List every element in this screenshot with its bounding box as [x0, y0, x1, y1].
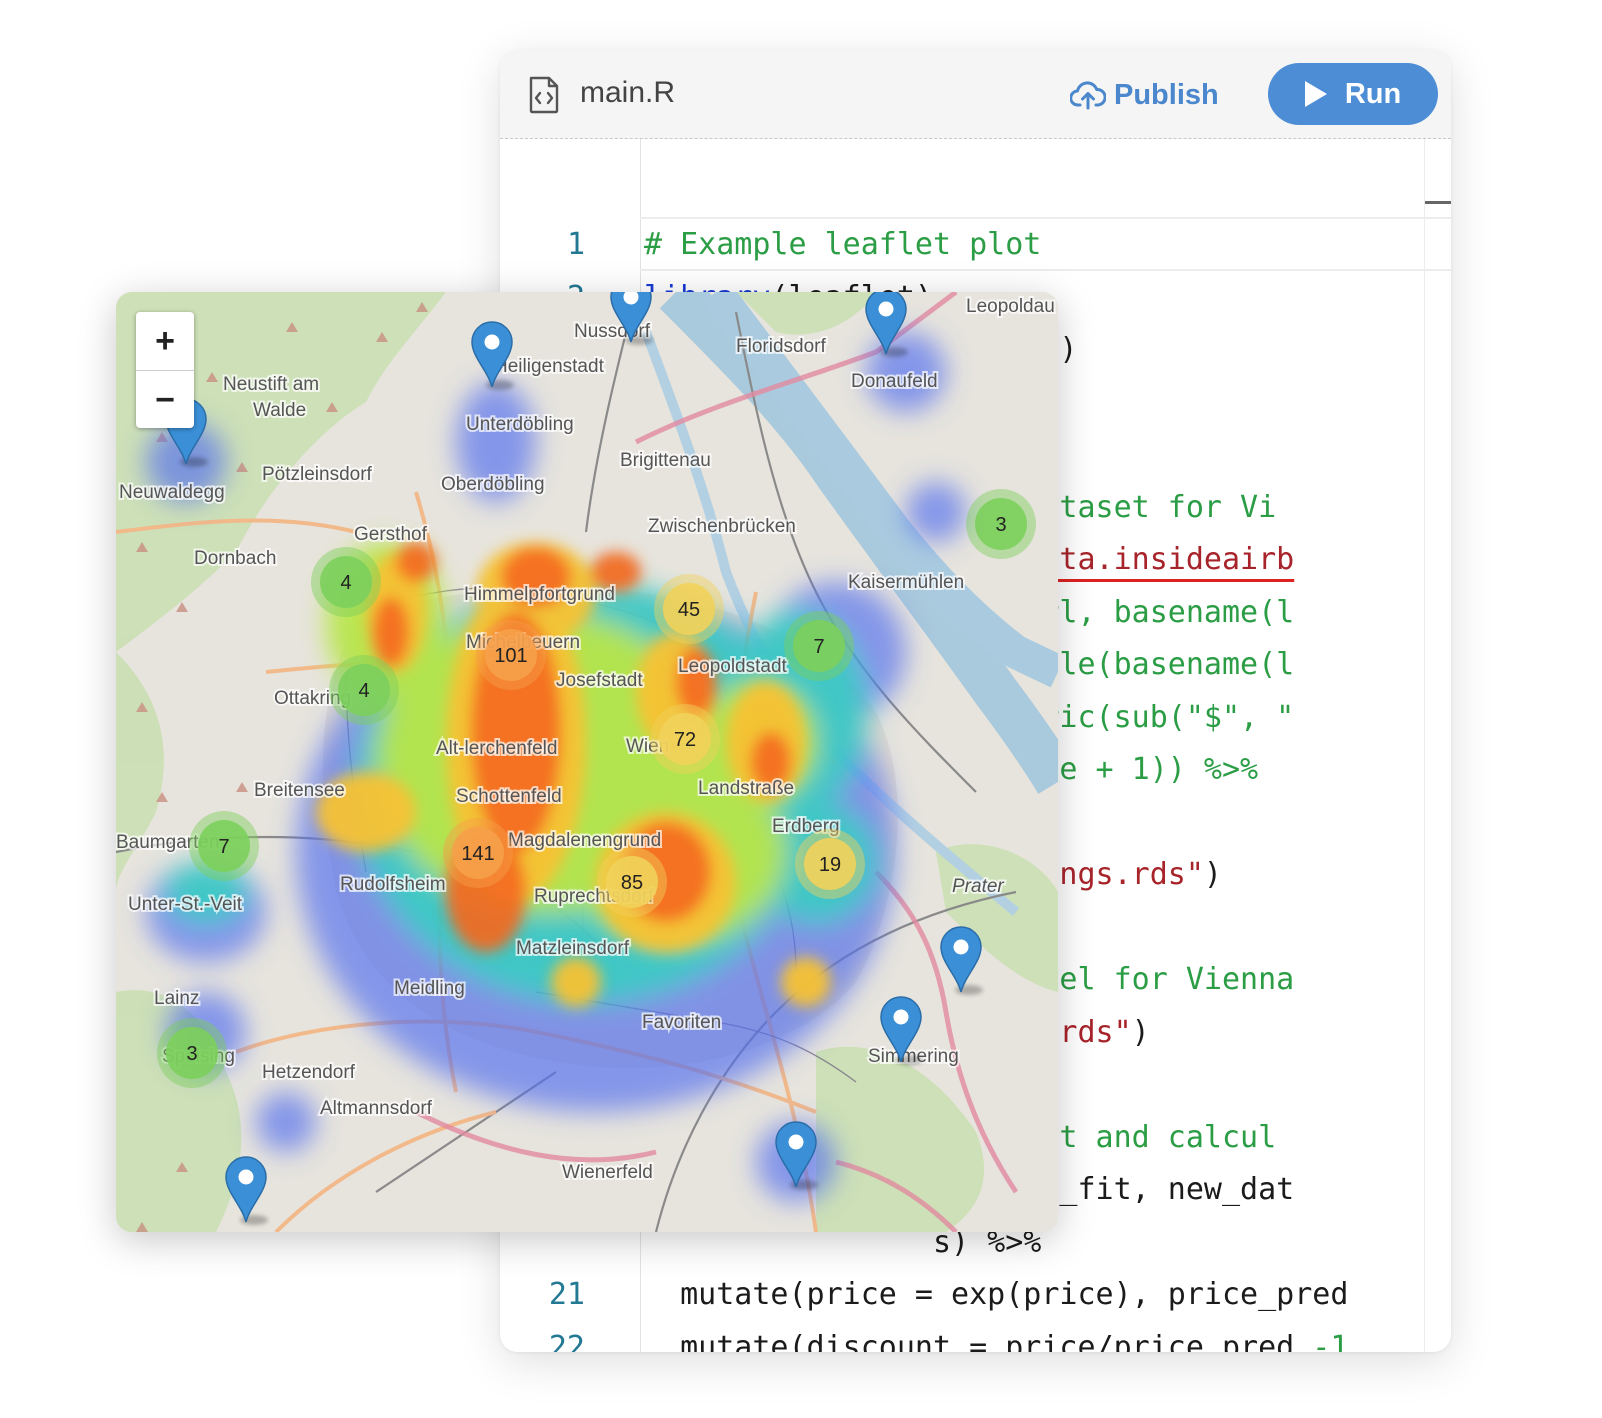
place-label: Neustift am: [223, 374, 319, 395]
place-label: Lainz: [154, 988, 199, 1009]
pin-dot: [238, 1169, 254, 1185]
place-label: Leopoldau: [966, 296, 1055, 317]
run-label: Run: [1344, 77, 1402, 110]
marker-cluster[interactable]: 7: [784, 611, 854, 681]
zoom-in-button[interactable]: +: [136, 312, 194, 371]
marker-cluster[interactable]: 4: [329, 655, 399, 725]
publish-button[interactable]: Publish: [1070, 72, 1219, 118]
line-number: 21: [548, 1277, 585, 1312]
run-button[interactable]: Run: [1268, 63, 1438, 125]
map-canvas[interactable]: NussdorfHeiligenstadtFloridsdorfLeopolda…: [116, 292, 1058, 1232]
cloud-upload-icon: [1070, 81, 1106, 110]
place-label: Schottenfeld: [456, 786, 562, 807]
place-label: Himmelpfortgrund: [464, 584, 615, 605]
publish-label: Publish: [1114, 78, 1219, 111]
marker-cluster[interactable]: 101: [476, 620, 546, 690]
marker-cluster[interactable]: 3: [966, 489, 1036, 559]
cluster-count: 101: [494, 645, 527, 667]
place-label: Wienerfeld: [562, 1162, 653, 1183]
code-token: mutate(price = exp(price), price_pred: [644, 1277, 1349, 1312]
line-number: 22: [548, 1329, 585, 1353]
code-token: ): [1131, 1014, 1150, 1050]
place-label: Josefstadt: [556, 670, 643, 691]
place-label: Favoriten: [642, 1012, 721, 1033]
code-token: mutate(discount = price/price_pred: [644, 1329, 1313, 1353]
place-label: Zwischenbrücken: [648, 516, 796, 537]
cluster-count: 19: [819, 854, 841, 876]
place-label: Landstraße: [698, 778, 794, 799]
code-line[interactable]: 22 mutate(discount = price/price_pred -1: [500, 1322, 1451, 1353]
place-label: Dornbach: [194, 548, 276, 569]
code-text: mutate(price = exp(price), price_pred: [644, 1269, 1348, 1322]
place-label: Floridsdorf: [736, 336, 826, 357]
line-number: 1: [566, 227, 585, 262]
pin-dot: [878, 301, 894, 317]
play-icon: [1304, 81, 1327, 107]
place-label: Altmannsdorf: [320, 1098, 433, 1119]
cluster-count: 7: [218, 836, 229, 858]
zoom-out-button[interactable]: −: [136, 371, 194, 429]
cluster-count: 72: [674, 729, 696, 751]
place-label: Neuwaldegg: [119, 482, 225, 503]
cluster-count: 7: [813, 636, 824, 658]
marker-cluster[interactable]: 141: [443, 818, 513, 888]
place-label: Hetzendorf: [262, 1062, 356, 1083]
place-label: Leopoldstadt: [678, 656, 788, 677]
place-label: Meidling: [394, 978, 465, 999]
code-token: ): [1203, 857, 1222, 892]
marker-cluster[interactable]: 4: [311, 547, 381, 617]
marker-cluster[interactable]: 72: [650, 704, 720, 774]
place-label: Unter-St.-Veit: [128, 894, 243, 915]
cluster-count: 85: [621, 872, 643, 894]
code-file-icon: [529, 76, 559, 114]
place-label: Oberdöbling: [441, 474, 545, 495]
code-text: # Example leaflet plot: [644, 219, 1041, 272]
cluster-count: 45: [678, 599, 700, 621]
leaflet-map[interactable]: Nussdorf Heiligenstadt Floridsdorf Leopolda…: [116, 292, 1058, 1232]
cluster-count: 141: [461, 843, 494, 865]
marker-cluster[interactable]: 7: [189, 811, 259, 881]
code-token: # Example leaflet plot: [644, 227, 1042, 262]
editor-header: main.R Publish Run: [500, 50, 1451, 139]
place-label: Gersthof: [354, 524, 428, 545]
place-label: Walde: [253, 400, 306, 421]
marker-cluster[interactable]: 85: [597, 847, 667, 917]
marker-cluster[interactable]: 19: [795, 829, 865, 899]
code-text: mutate(discount = price/price_pred -1: [644, 1322, 1348, 1353]
place-label: Alt-lerchenfeld: [436, 738, 557, 759]
place-label: Rudolfsheim: [340, 874, 446, 895]
place-label: Brigittenau: [620, 450, 711, 471]
pin-dot: [484, 334, 500, 350]
place-label: Pötzleinsdorf: [262, 464, 373, 485]
marker-cluster[interactable]: 45: [654, 574, 724, 644]
code-line[interactable]: 1 # Example leaflet plot: [500, 219, 1451, 272]
code-line[interactable]: 21 mutate(price = exp(price), price_pred: [500, 1269, 1451, 1322]
scroll-thumb[interactable]: [1425, 201, 1451, 204]
place-label: Prater: [952, 876, 1004, 897]
place-label: Donaufeld: [851, 371, 938, 392]
zoom-control: + −: [136, 312, 194, 428]
place-label: Heiligenstadt: [494, 356, 605, 377]
cluster-count: 3: [995, 514, 1006, 536]
marker-cluster[interactable]: 3: [157, 1018, 227, 1088]
cluster-count: 4: [358, 680, 369, 702]
cluster-count: 3: [186, 1043, 197, 1065]
pin-dot: [893, 1009, 909, 1025]
cluster-count: 4: [340, 572, 351, 594]
pin-dot: [788, 1134, 804, 1150]
place-label: Kaisermühlen: [848, 572, 964, 593]
place-label: Breitensee: [254, 780, 345, 801]
place-label: Matzleinsdorf: [516, 938, 630, 959]
code-token: -1: [1312, 1329, 1349, 1353]
place-label: Unterdöbling: [466, 414, 574, 435]
pin-dot: [953, 939, 969, 955]
file-name: main.R: [580, 76, 676, 109]
